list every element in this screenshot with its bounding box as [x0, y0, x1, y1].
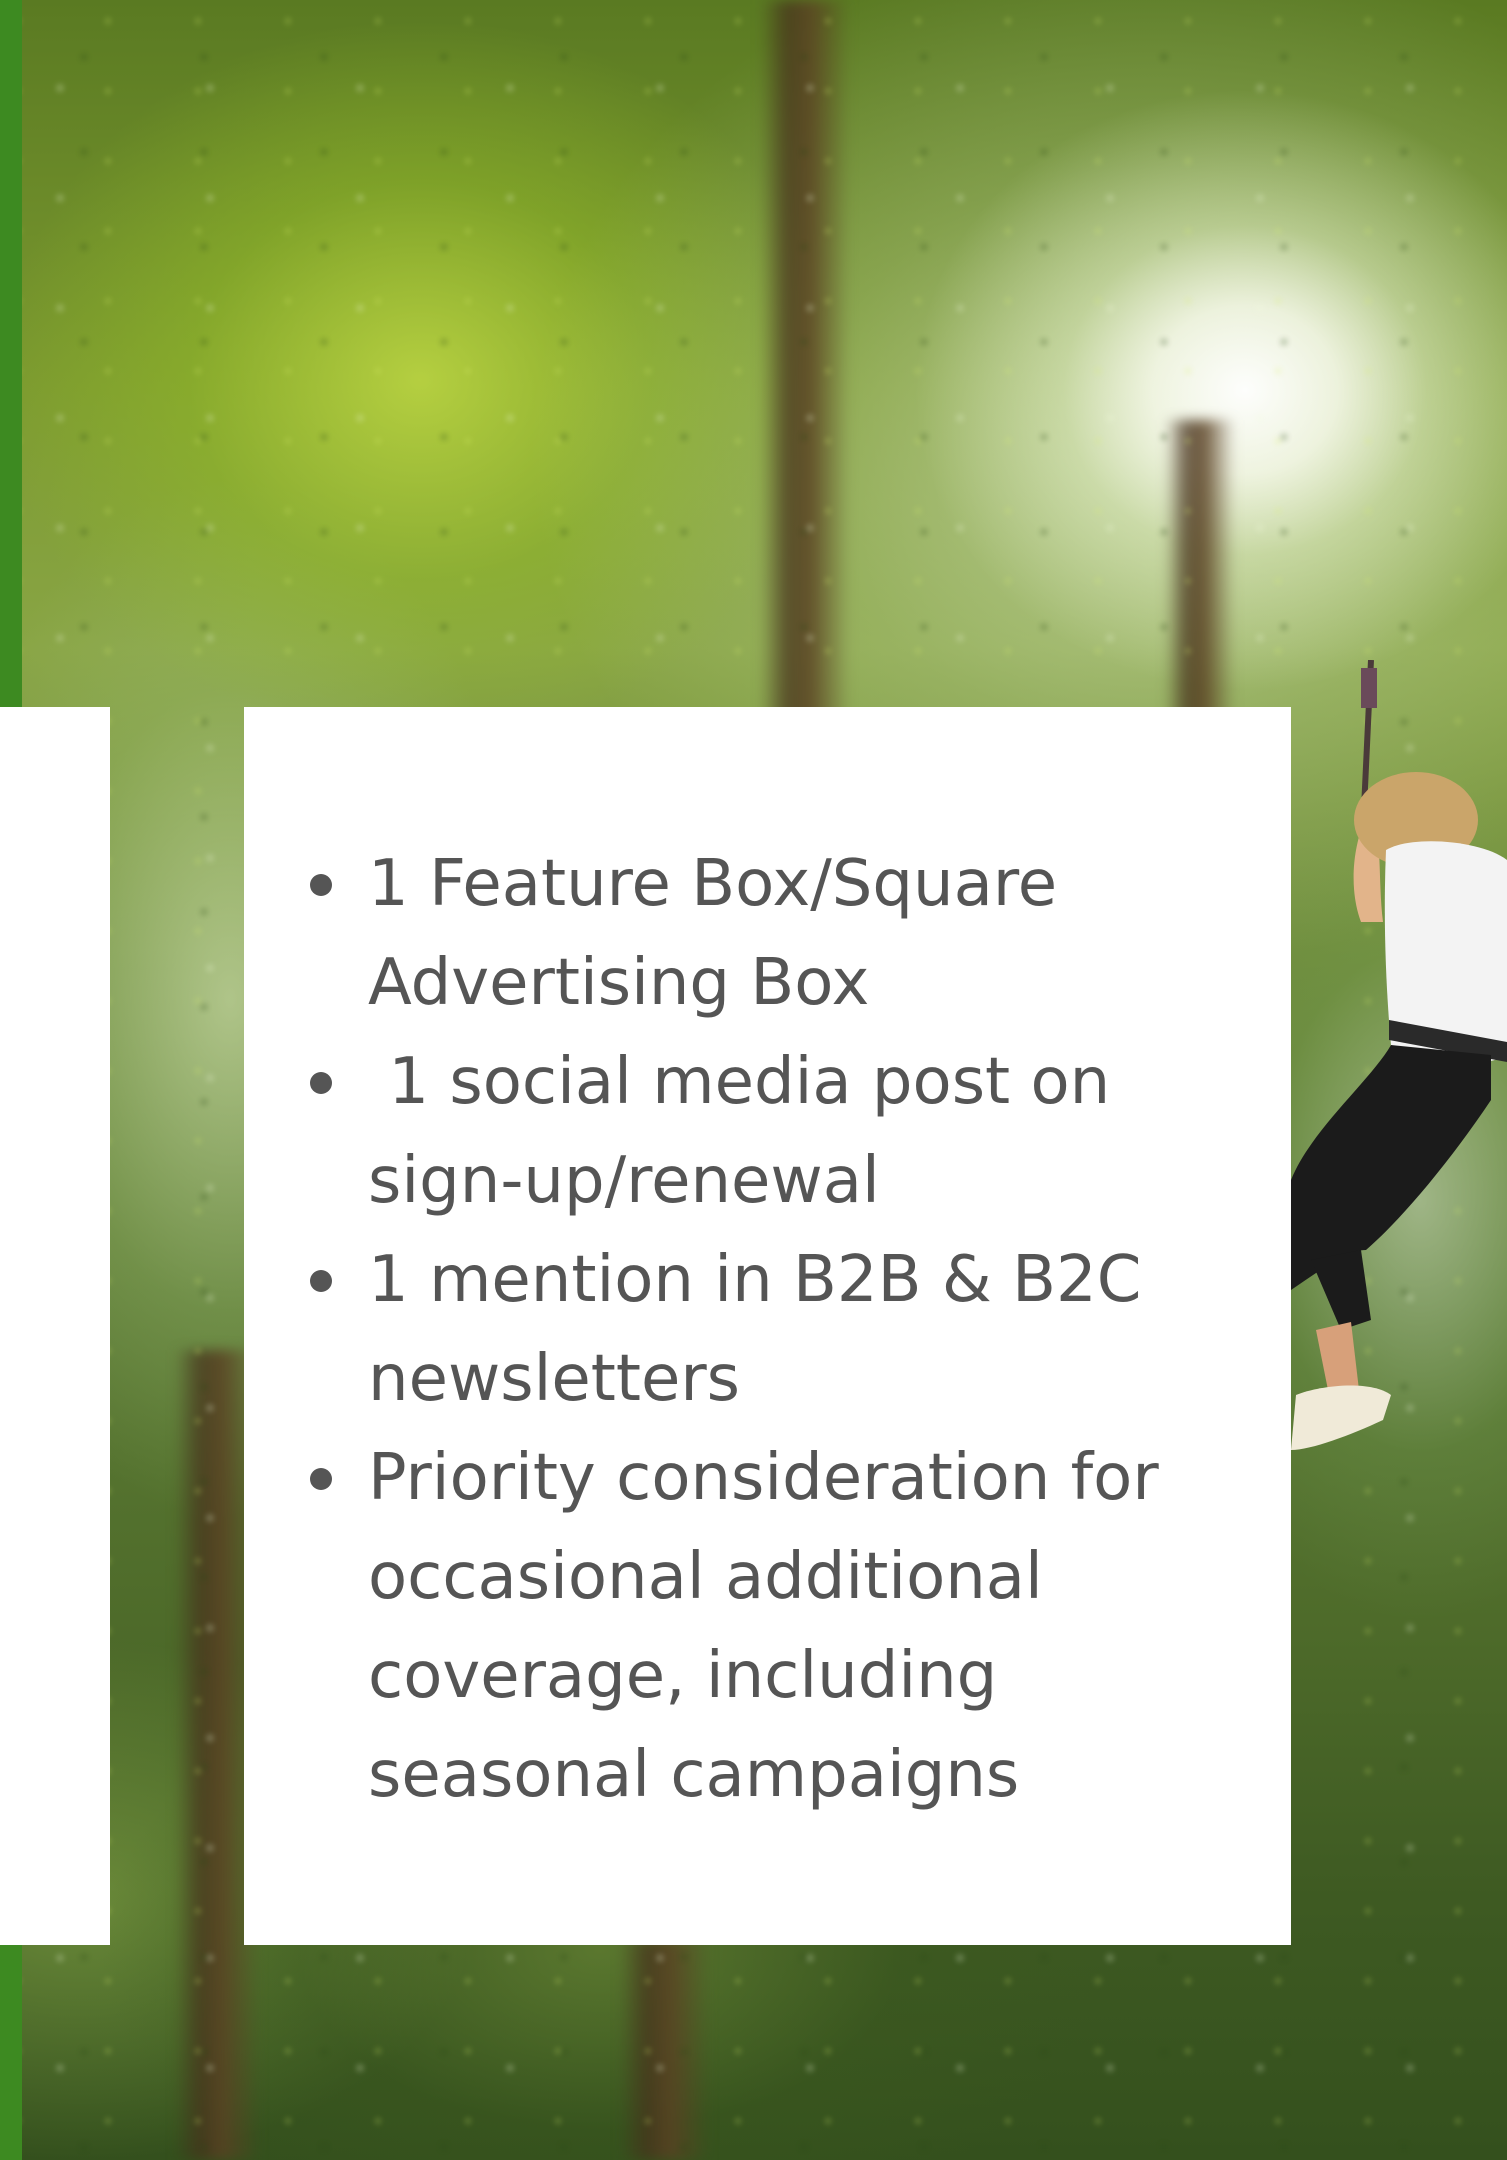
bullet-dot-icon [310, 874, 332, 896]
benefit-text: 1 social media post on sign-up/renewal [368, 1045, 1131, 1218]
bullet-dot-icon [310, 1072, 332, 1094]
page: 1 Feature Box/Square Advertising Box 1 s… [0, 0, 1507, 2160]
benefit-text: 1 mention in B2B & B2C newsletters [368, 1243, 1162, 1416]
benefit-text: Priority consideration for occasional ad… [368, 1441, 1179, 1812]
zipline-rider-icon [1291, 660, 1507, 1450]
bullet-dot-icon [310, 1270, 332, 1292]
bullet-dot-icon [310, 1468, 332, 1490]
list-item: 1 Feature Box/Square Advertising Box [310, 835, 1248, 1033]
benefits-card: 1 Feature Box/Square Advertising Box 1 s… [244, 707, 1291, 1945]
list-item: Priority consideration for occasional ad… [310, 1429, 1248, 1825]
benefit-text: 1 Feature Box/Square Advertising Box [368, 847, 1078, 1020]
list-item: 1 mention in B2B & B2C newsletters [310, 1231, 1248, 1429]
list-item: 1 social media post on sign-up/renewal [310, 1033, 1248, 1231]
left-white-panel [0, 707, 110, 1945]
benefits-list: 1 Feature Box/Square Advertising Box 1 s… [310, 835, 1248, 1825]
